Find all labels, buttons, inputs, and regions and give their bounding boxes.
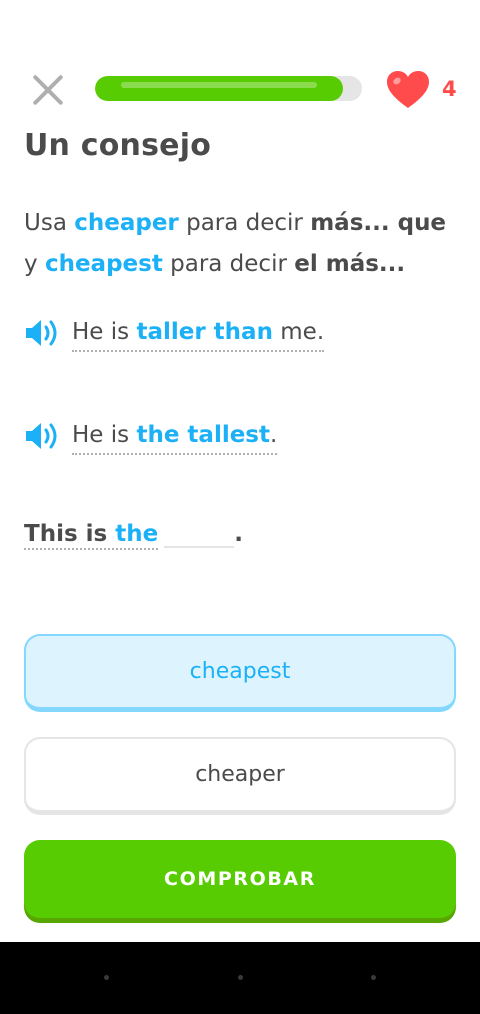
exercise-sentence: This is the. bbox=[24, 521, 243, 561]
example-highlight: taller than bbox=[136, 319, 273, 345]
speaker-icon[interactable] bbox=[24, 316, 62, 350]
exercise-prompt-highlight: the bbox=[115, 521, 159, 547]
tip-text-part: para decir bbox=[162, 251, 295, 277]
tip-text-part: y bbox=[24, 251, 45, 277]
example-text[interactable]: He is the tallest. bbox=[72, 417, 278, 455]
nav-back-button[interactable] bbox=[371, 975, 376, 980]
progress-shine bbox=[121, 82, 317, 88]
speaker-icon[interactable] bbox=[24, 419, 62, 453]
tip-word-cheaper: cheaper bbox=[74, 210, 179, 236]
exercise-prompt-text: This is bbox=[24, 521, 116, 547]
example-text-part: He is bbox=[72, 422, 137, 448]
lesson-header: 4 bbox=[0, 60, 480, 120]
option-cheapest[interactable]: cheapest bbox=[24, 634, 456, 712]
close-icon[interactable] bbox=[26, 70, 70, 110]
tip-text-part: Usa bbox=[24, 210, 75, 236]
example-text-part: . bbox=[270, 422, 278, 448]
answer-blank[interactable] bbox=[164, 522, 235, 548]
heart-icon bbox=[387, 71, 429, 108]
option-label: cheaper bbox=[195, 762, 285, 787]
page-title: Un consejo bbox=[24, 128, 212, 163]
hearts-counter[interactable]: 4 bbox=[386, 70, 466, 110]
check-button-label: COMPROBAR bbox=[164, 868, 316, 890]
tip-bold-1: más... que bbox=[310, 210, 447, 236]
example-text-part: He is bbox=[72, 319, 137, 345]
tip-line-1: Usa cheaper para decir más... que bbox=[24, 203, 460, 244]
lesson-progress-bar bbox=[95, 76, 362, 101]
exercise-prompt[interactable]: This is the bbox=[24, 521, 159, 550]
tip-word-cheapest: cheapest bbox=[44, 251, 163, 277]
tip-text: Usa cheaper para decir más... que y chea… bbox=[24, 203, 460, 285]
example-highlight: the tallest bbox=[136, 422, 270, 448]
check-button[interactable]: COMPROBAR bbox=[24, 840, 456, 918]
system-nav-bar bbox=[0, 942, 480, 1014]
example-text-part: me. bbox=[272, 319, 325, 345]
exercise-period: . bbox=[234, 521, 243, 547]
nav-recents-button[interactable] bbox=[104, 975, 109, 980]
tip-line-2: y cheapest para decir el más... bbox=[24, 244, 460, 285]
nav-home-button[interactable] bbox=[238, 975, 243, 980]
tip-text-part: para decir bbox=[178, 210, 311, 236]
option-label: cheapest bbox=[189, 659, 291, 684]
option-cheaper[interactable]: cheaper bbox=[24, 737, 456, 815]
progress-fill bbox=[95, 76, 343, 101]
hearts-count: 4 bbox=[442, 77, 457, 101]
example-text[interactable]: He is taller than me. bbox=[72, 314, 325, 352]
tip-bold-2: el más... bbox=[294, 251, 406, 277]
